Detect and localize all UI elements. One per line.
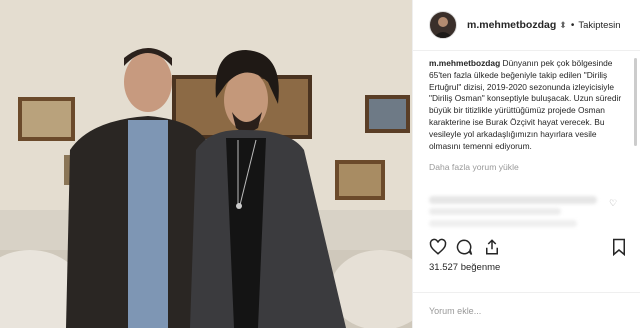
share-icon[interactable] [483, 238, 501, 256]
comments-area: m.mehmetbozdag Dünyanın pek çok bölgesin… [429, 58, 625, 172]
post-photo[interactable] [0, 0, 412, 328]
comment-icon[interactable] [455, 238, 473, 256]
divider [413, 292, 640, 293]
blurred-comment [429, 208, 561, 215]
caption-username[interactable]: m.mehmetbozdag [429, 58, 500, 68]
follow-status[interactable]: Takiptesin [578, 20, 620, 31]
separator-dot: • [570, 19, 575, 31]
heart-icon[interactable] [429, 238, 447, 256]
action-bar [429, 238, 627, 258]
more-options-icon[interactable]: ⬍ [559, 20, 567, 31]
blurred-comment [429, 196, 597, 204]
caption-text: Dünyanın pek çok bölgesinde 65'ten fazla… [429, 58, 622, 151]
username-link[interactable]: m.mehmetbozdag [467, 19, 556, 31]
post-header: m.mehmetbozdag ⬍ • Takiptesin [413, 0, 640, 51]
comment-input[interactable]: Yorum ekle... [429, 306, 481, 316]
scrollbar[interactable] [634, 58, 637, 146]
caption: m.mehmetbozdag Dünyanın pek çok bölgesin… [429, 58, 625, 152]
post-sidebar: m.mehmetbozdag ⬍ • Takiptesin m.mehmetbo… [412, 0, 640, 328]
blurred-comment [429, 220, 577, 227]
avatar[interactable] [429, 11, 457, 39]
likes-count[interactable]: 31.527 beğenme [429, 262, 500, 273]
comment-like-icon[interactable]: ♡ [609, 198, 617, 209]
load-more-comments-link[interactable]: Daha fazla yorum yükle [429, 162, 625, 172]
bookmark-icon[interactable] [611, 238, 627, 256]
post-photo-image [0, 0, 412, 328]
